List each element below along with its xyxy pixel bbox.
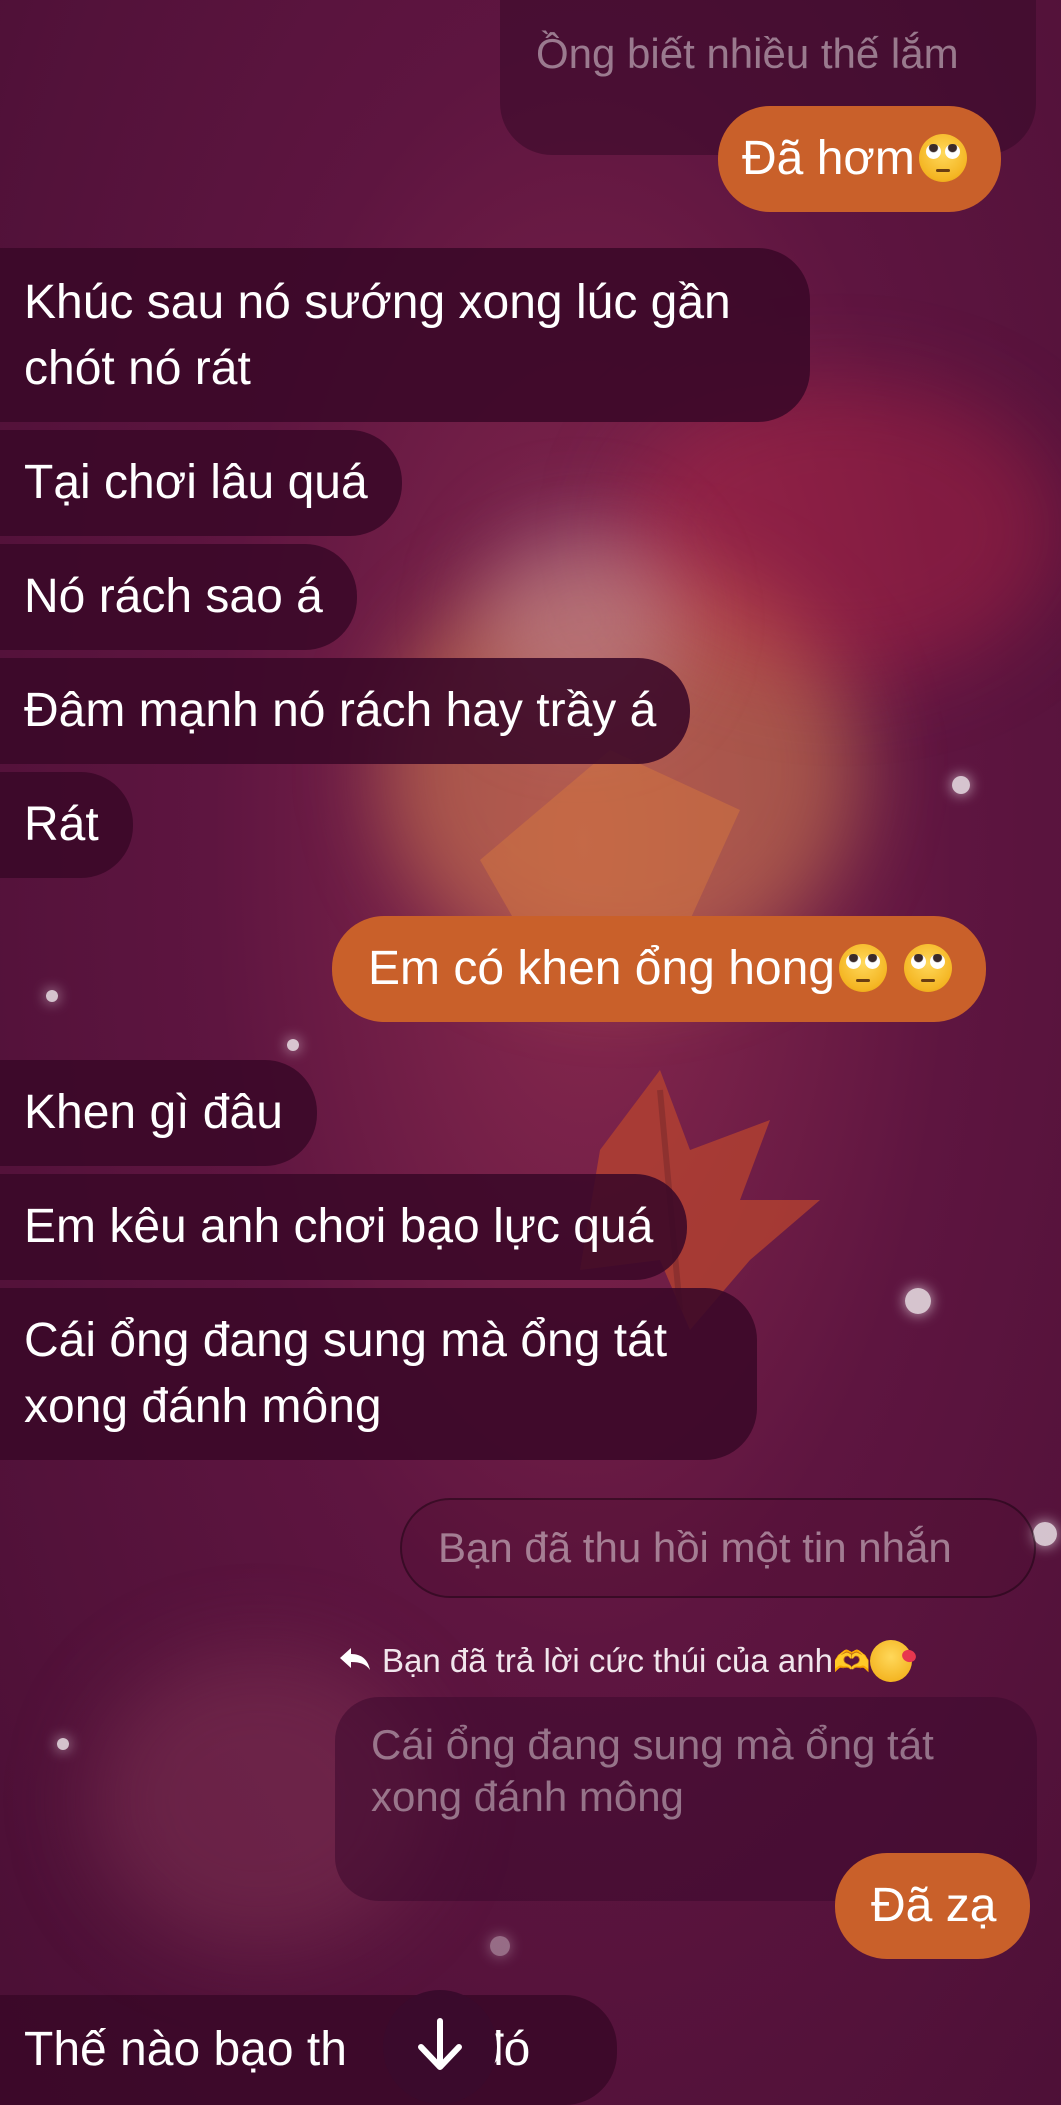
message-text: Nó rách sao á [24, 570, 323, 623]
message-text: Đã hơm [742, 132, 915, 185]
message-text: Khúc sau nó sướng xong lúc gần chót nó r… [24, 276, 731, 395]
incoming-message[interactable]: Rát [0, 772, 133, 878]
message-text: Ồng biết nhiều thế lắm [536, 30, 959, 77]
message-text: Đâm mạnh nó rách hay trầy á [24, 684, 657, 737]
incoming-message[interactable]: Khúc sau nó sướng xong lúc gần chót nó r… [0, 248, 810, 422]
message-text: Cái ổng đang sung mà ổng tát xong đánh m… [24, 1314, 668, 1433]
face-with-rolling-eyes-emoji [904, 944, 953, 992]
incoming-message[interactable]: Em kêu anh chơi bạo lực quá [0, 1174, 688, 1280]
incoming-message[interactable]: Khen gì đâu [0, 1060, 317, 1166]
reply-header: Bạn đã trả lời cức thúi của anh🫶 [338, 1633, 913, 1691]
message-text: Thế nào bạo th [24, 2023, 347, 2076]
recalled-message-notice: Bạn đã thu hồi một tin nhắn [400, 1498, 1036, 1598]
reply-arrow-icon [338, 1633, 372, 1689]
reply-header-text: Bạn đã trả lời cức thúi của anh [382, 1642, 833, 1679]
incoming-message[interactable]: Nó rách sao á [0, 544, 357, 650]
face-with-rolling-eyes-emoji [918, 134, 967, 182]
incoming-message[interactable]: Tại chơi lâu quá [0, 430, 402, 536]
outgoing-message[interactable]: Em có khen ổng hong [332, 916, 987, 1022]
outgoing-message[interactable]: Đã hơm [718, 106, 1001, 212]
outgoing-message[interactable]: Đã zạ [835, 1853, 1031, 1959]
message-text: Em kêu anh chơi bạo lực quá [24, 1200, 654, 1253]
heart-hands-emoji: 🫶 [832, 1646, 871, 1679]
scroll-to-bottom-button[interactable] [383, 1990, 497, 2104]
incoming-message[interactable]: Đâm mạnh nó rách hay trầy á [0, 658, 691, 764]
message-text: Khen gì đâu [24, 1086, 283, 1139]
message-text: Tại chơi lâu quá [24, 456, 368, 509]
message-text: Rát [24, 798, 99, 851]
incoming-message[interactable]: Thế nào bạo thế đó [0, 1995, 617, 2105]
recalled-text: Bạn đã thu hồi một tin nhắn [438, 1524, 952, 1571]
incoming-message[interactable]: Cái ổng đang sung mà ổng tát xong đánh m… [0, 1288, 757, 1460]
chat-thread[interactable]: Ồng biết nhiều thế lắm Đã hơm Khúc sau n… [0, 0, 1061, 2105]
face-blowing-kiss-emoji [870, 1640, 913, 1682]
quoted-text: Cái ổng đang sung mà ổng tát xong đánh m… [371, 1721, 934, 1820]
message-text: Em có khen ổng hong [368, 942, 835, 995]
message-text: Đã zạ [871, 1879, 997, 1932]
arrow-down-icon [415, 2017, 465, 2078]
face-with-rolling-eyes-emoji [839, 944, 887, 992]
